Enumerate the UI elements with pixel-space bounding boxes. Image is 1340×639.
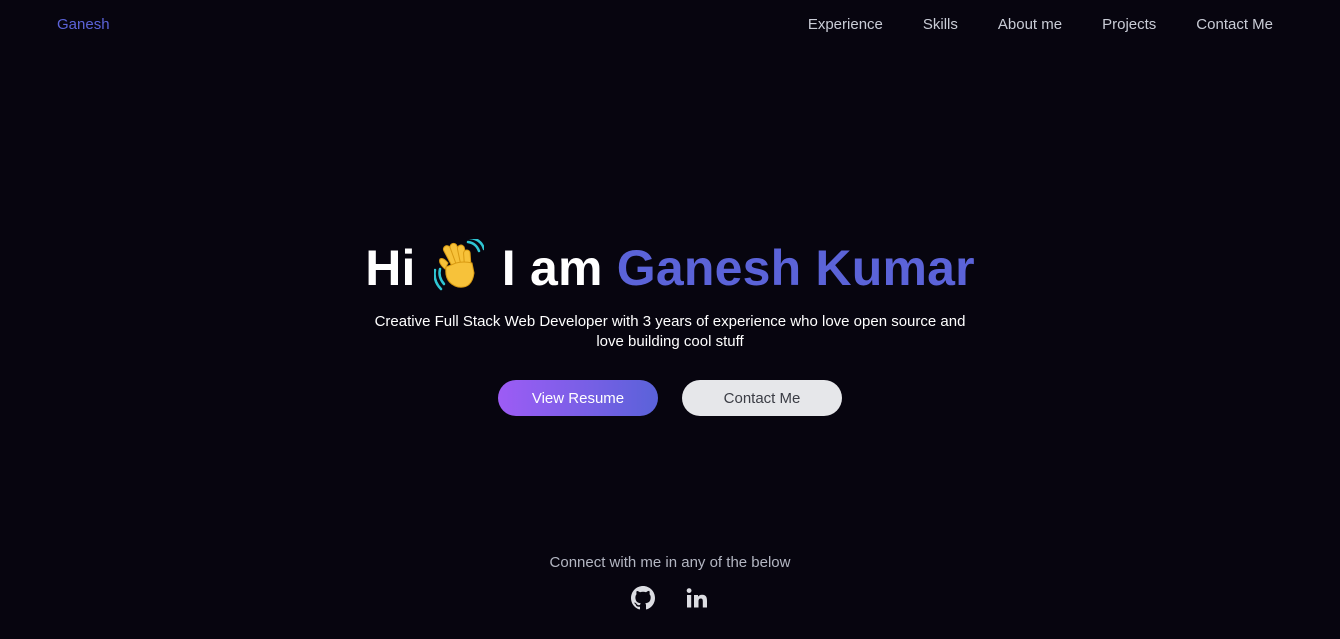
hero-greeting: Hi (365, 240, 416, 296)
nav-contact-me[interactable]: Contact Me (1196, 16, 1273, 34)
nav-experience[interactable]: Experience (808, 16, 883, 34)
hero-headline: Hi I am Ganesh Kumar (0, 236, 1340, 306)
connect-section: Connect with me in any of the below (0, 554, 1340, 610)
nav-about-me[interactable]: About me (998, 16, 1062, 34)
github-icon[interactable] (631, 586, 655, 610)
nav-projects[interactable]: Projects (1102, 16, 1156, 34)
view-resume-button[interactable]: View Resume (498, 380, 658, 416)
waving-hand-icon (433, 236, 485, 306)
contact-me-button[interactable]: Contact Me (682, 380, 842, 416)
hero-name: Ganesh Kumar (616, 240, 975, 296)
brand-logo[interactable]: Ganesh (57, 16, 110, 33)
hero-intro: I am (501, 240, 603, 296)
hero-tagline: Creative Full Stack Web Developer with 3… (374, 313, 966, 350)
top-nav: Experience Skills About me Projects Cont… (808, 16, 1273, 34)
social-links (0, 586, 1340, 610)
nav-skills[interactable]: Skills (923, 16, 958, 34)
hero-section: Hi I am Ganesh Kumar Creative Full Stack… (0, 236, 1340, 416)
portfolio-page: Ganesh Experience Skills About me Projec… (0, 0, 1340, 639)
hero-buttons: View Resume Contact Me (0, 380, 1340, 416)
connect-text: Connect with me in any of the below (549, 554, 791, 571)
linkedin-icon[interactable] (685, 586, 709, 610)
